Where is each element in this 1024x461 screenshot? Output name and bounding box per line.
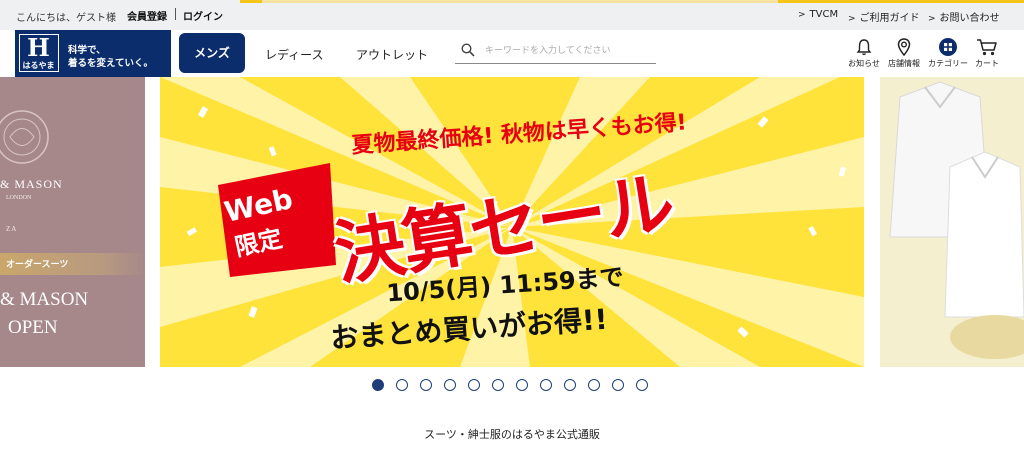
banner-city: ZA [6,225,18,233]
top-utility-bar: こんにちは、ゲスト様 会員登録 ログイン > TVCM > ご利用ガイド > お問い合… [0,0,1024,30]
logo-tagline: 科学で、 [68,45,106,56]
chevron-right-icon: > [798,10,806,20]
banner-band: オーダースーツ [0,253,145,275]
notifications-label: お知らせ [848,59,880,68]
banner-shirts[interactable] [880,77,1024,367]
carousel-dot[interactable] [420,379,432,391]
contact-label: お問い合わせ [939,13,1000,24]
hero-carousel: & MASON LONDON ZA オーダースーツ & MASON OPEN 夏… [0,77,1024,367]
banner-title-1: & MASON [0,289,89,310]
contact-link[interactable]: > お問い合わせ [928,9,1000,24]
grid-icon [939,38,957,56]
carousel-dot[interactable] [612,379,624,391]
register-link[interactable]: 会員登録 [127,8,167,23]
banner-band-label: オーダースーツ [6,260,69,270]
banner-order-suit[interactable]: & MASON LONDON ZA オーダースーツ & MASON OPEN [0,77,145,367]
nav-ladies[interactable]: レディース [265,46,324,63]
notifications-button[interactable]: お知らせ [847,37,881,69]
logo-letter: H [27,33,50,62]
web-only-badge: Web 限定 [212,177,332,271]
carousel-dot[interactable] [444,379,456,391]
chevron-right-icon: > [928,14,936,24]
logo-mark: H はるやま [19,34,59,72]
banner-sale[interactable]: 夏物最終価格! 秋物は早くもお得! Web 限定 決算セール 10/5(月) 1… [160,77,864,367]
search-box [455,38,656,64]
carousel-dot[interactable] [636,379,648,391]
carousel-dot[interactable] [540,379,552,391]
nav-outlet[interactable]: アウトレット [356,46,428,63]
crest-emblem [0,110,49,164]
site-tagline: スーツ・紳士服のはるやま公式通販 [424,428,600,441]
divider [175,8,176,20]
login-link[interactable]: ログイン [183,8,223,23]
carousel-dot[interactable] [516,379,528,391]
cart-icon [977,39,997,56]
category-label: カテゴリー [928,59,968,68]
banner-brand-line: & MASON [0,177,63,191]
tvcm-link[interactable]: > TVCM [798,9,838,20]
bell-icon [856,39,872,56]
tvcm-label: TVCM [809,9,839,20]
carousel-dot[interactable] [588,379,600,391]
greeting-text: こんにちは、ゲスト様 [16,13,116,24]
site-logo[interactable]: H はるやま 科学で、 着るを変えていく。 [15,30,171,77]
carousel-dot[interactable] [396,379,408,391]
accent-stripe [240,0,262,3]
store-info-label: 店舗情報 [888,59,920,68]
carousel-dot[interactable] [372,379,384,391]
chevron-right-icon: > [848,14,856,24]
accent-stripe [778,0,1024,3]
shirt-image [880,77,1024,367]
cart-label: カート [975,59,999,68]
carousel-dot[interactable] [492,379,504,391]
site-header: H はるやま 科学で、 着るを変えていく。 メンズ レディース アウトレット お… [0,30,1024,77]
accent-stripe [262,0,778,3]
guide-link[interactable]: > ご利用ガイド [848,9,920,24]
search-icon[interactable] [461,43,475,57]
store-info-button[interactable]: 店舗情報 [886,37,922,69]
nav-mens[interactable]: メンズ [179,33,245,73]
guide-label: ご利用ガイド [859,13,920,24]
logo-brand: はるやま [22,61,55,70]
banner-title-2: OPEN [8,317,58,338]
carousel-dot[interactable] [468,379,480,391]
map-pin-icon [897,38,911,57]
banner-sub-line: LONDON [6,195,32,201]
carousel-dot[interactable] [564,379,576,391]
search-input[interactable] [485,42,653,60]
cart-button[interactable]: カート [972,37,1002,69]
category-button[interactable]: カテゴリー [926,37,970,69]
logo-tagline: 着るを変えていく。 [68,58,154,69]
